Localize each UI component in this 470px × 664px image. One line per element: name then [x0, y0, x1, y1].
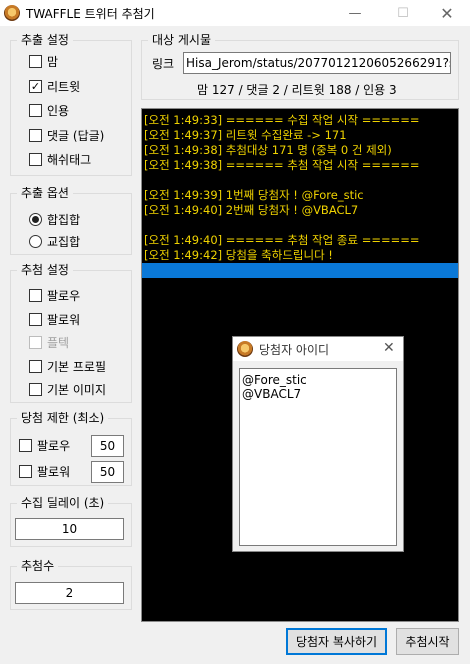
group-title: 추첨수 — [17, 559, 59, 573]
checkbox-box[interactable] — [29, 313, 42, 326]
selected-log-line[interactable] — [142, 263, 458, 278]
checkbox-label: 팔로우 — [47, 289, 81, 303]
winner-id[interactable]: @VBACL7 — [242, 387, 394, 401]
log-line: [오전 1:49:38] ====== 추첨 작업 시작 ====== — [144, 158, 420, 172]
radio-button[interactable] — [29, 213, 42, 226]
limit-follow-input[interactable]: 50 — [91, 435, 124, 457]
checkbox-limit-follow[interactable]: 팔로우 — [19, 437, 70, 454]
winner-ids-dialog[interactable]: 당첨자 아이디 ✕ @Fore_stic @VBACL7 — [232, 336, 404, 552]
checkbox-label: 팔로우 — [37, 439, 71, 453]
checkbox-label: 팔로워 — [37, 465, 71, 479]
log-line: [오전 1:49:37] 리트윗 수집완료 -> 171 — [144, 128, 347, 142]
checkbox-box[interactable] — [29, 104, 42, 117]
log-line: [오전 1:49:40] 2번째 당첨자 ! @VBACL7 — [144, 203, 359, 217]
checkbox-box[interactable] — [29, 153, 42, 166]
radio-union[interactable]: 합집합 — [29, 211, 80, 228]
group-title: 추출 설정 — [17, 33, 73, 47]
checkbox-limit-follower[interactable]: 팔로워 — [19, 463, 70, 480]
checkbox-mam[interactable]: 맘 — [29, 53, 58, 70]
radio-selected-dot — [32, 216, 39, 223]
checkbox-label: 기본 이미지 — [47, 383, 107, 397]
checkbox-box[interactable] — [29, 129, 42, 142]
link-value: Hisa_Jerom/status/2077012120605266291?s=… — [186, 56, 450, 70]
checkbox-reply[interactable]: 댓글 (답글) — [29, 127, 104, 144]
dialog-close-icon[interactable]: ✕ — [383, 340, 395, 356]
link-label: 링크 — [152, 57, 175, 71]
radio-button[interactable] — [29, 235, 42, 248]
checkbox-default-image[interactable]: 기본 이미지 — [29, 381, 106, 398]
maximize-button[interactable]: ☐ — [380, 0, 426, 26]
log-line: [오전 1:49:40] ====== 추첨 작업 종료 ====== — [144, 233, 420, 247]
delay-input[interactable]: 10 — [15, 518, 124, 540]
copy-winners-button[interactable]: 당첨자 복사하기 — [286, 628, 387, 655]
checkbox-quote[interactable]: 인용 — [29, 102, 69, 119]
winner-id[interactable]: @Fore_stic — [242, 373, 394, 387]
group-title: 수집 딜레이 (초) — [17, 496, 109, 510]
checkbox-label: 댓글 (답글) — [47, 129, 105, 143]
link-input[interactable]: Hisa_Jerom/status/2077012120605266291?s=… — [183, 52, 451, 74]
checkbox-follow[interactable]: 팔로우 — [29, 287, 80, 304]
group-title: 당첨 제한 (최소) — [17, 411, 109, 425]
radio-label: 합집합 — [47, 213, 81, 227]
start-draw-button[interactable]: 추첨시작 — [396, 628, 459, 655]
close-button[interactable]: ✕ — [424, 0, 470, 26]
window-title: TWAFFLE 트위터 추첨기 — [26, 6, 155, 21]
checkbox-label: 해쉬태그 — [47, 153, 92, 167]
checkbox-follower[interactable]: 팔로워 — [29, 311, 80, 328]
checkbox-box[interactable] — [29, 360, 42, 373]
checkbox-label: 기본 프로필 — [47, 360, 107, 374]
dialog-title-bar: 당첨자 아이디 ✕ — [233, 337, 403, 361]
checkbox-label: 인용 — [47, 104, 70, 118]
checkbox-box[interactable] — [19, 465, 32, 478]
checkbox-retweet[interactable]: ✓ 리트윗 — [29, 78, 80, 95]
waffle-app-icon — [237, 341, 253, 357]
checkbox-protected[interactable]: 플텍 — [29, 334, 69, 351]
checkbox-label: 맘 — [47, 55, 59, 69]
waffle-app-icon — [4, 5, 20, 21]
radio-intersection[interactable]: 교집합 — [29, 233, 80, 250]
checkbox-hashtag[interactable]: 해쉬태그 — [29, 151, 91, 168]
checkbox-box[interactable] — [29, 55, 42, 68]
limit-follower-input[interactable]: 50 — [91, 461, 124, 483]
log-line: [오전 1:49:39] 1번째 당첨자 ! @Fore_stic — [144, 188, 364, 202]
winner-id-list[interactable]: @Fore_stic @VBACL7 — [239, 368, 397, 546]
checkbox-box[interactable] — [29, 383, 42, 396]
checkbox-label: 플텍 — [47, 336, 70, 350]
checkbox-box[interactable] — [19, 439, 32, 452]
checkbox-default-profile[interactable]: 기본 프로필 — [29, 358, 106, 375]
radio-label: 교집합 — [47, 235, 81, 249]
checkbox-box[interactable]: ✓ — [29, 80, 42, 93]
log-line: [오전 1:49:42] 당첨을 축하드립니다 ! — [144, 248, 333, 262]
post-stats: 맘 127 / 댓글 2 / 리트윗 188 / 인용 3 — [197, 83, 397, 97]
group-title: 추출 옵션 — [17, 186, 73, 200]
log-line: [오전 1:49:38] 추첨대상 171 명 (중복 0 건 제외) — [144, 143, 392, 157]
minimize-button[interactable]: — — [332, 0, 378, 26]
group-title: 대상 게시물 — [148, 33, 216, 47]
checkbox-box[interactable] — [29, 289, 42, 302]
checkbox-label: 리트윗 — [47, 80, 81, 94]
winner-count-input[interactable]: 2 — [15, 582, 124, 604]
checkbox-label: 팔로워 — [47, 313, 81, 327]
title-bar: TWAFFLE 트위터 추첨기 — ☐ ✕ — [0, 0, 470, 26]
checkbox-box[interactable] — [29, 336, 42, 349]
dialog-title: 당첨자 아이디 — [259, 342, 330, 357]
log-line: [오전 1:49:33] ====== 수집 작업 시작 ====== — [144, 113, 420, 127]
group-title: 추첨 설정 — [17, 263, 73, 277]
